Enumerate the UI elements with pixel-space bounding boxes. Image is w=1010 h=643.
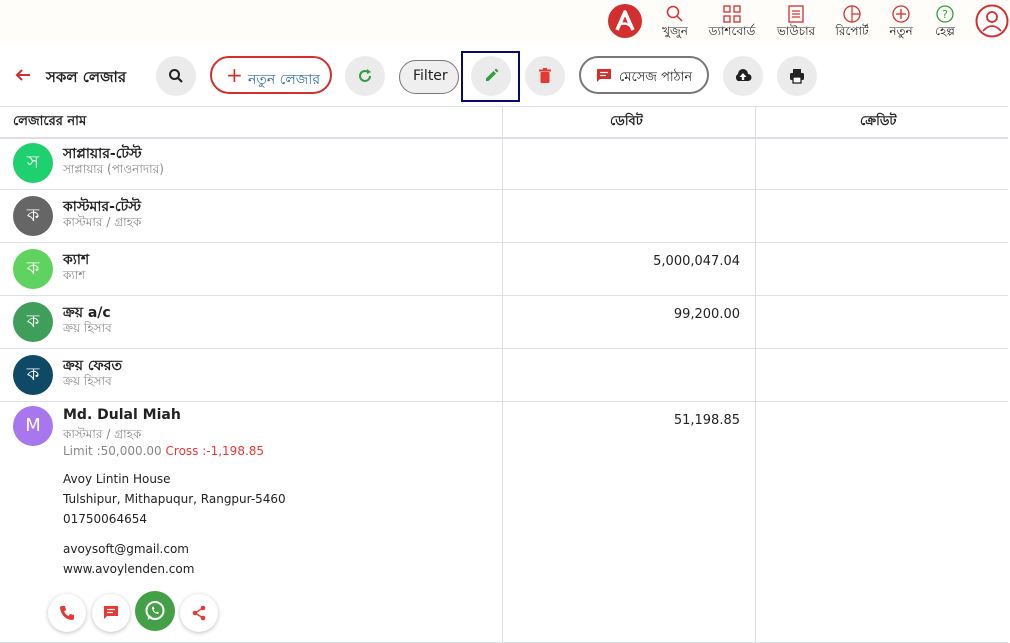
credit-limit: Limit :50,000.00 Cross :-1,198.85 [63, 444, 264, 458]
voucher-icon [788, 5, 804, 23]
svg-text:?: ? [942, 8, 948, 21]
column-header-ledger-name[interactable]: লেজারের নাম [13, 112, 86, 133]
whatsapp-icon [145, 601, 165, 620]
sms-icon [104, 606, 118, 619]
address-line-1: Avoy Lintin House [63, 472, 171, 486]
nav-voucher-label: ভাউচার [776, 24, 816, 38]
new-ledger-label: নতুন লেজার [248, 72, 321, 88]
nav-new-label: নতুন [889, 24, 913, 38]
ledger-group: সাপ্লায়ার (পাওনাদার) [63, 162, 164, 176]
logo-icon [615, 10, 635, 31]
app-logo[interactable] [608, 4, 642, 38]
nav-search-label: খুজুন [662, 24, 688, 38]
sms-button[interactable] [92, 594, 130, 632]
nav-search[interactable]: খুজুন [660, 4, 690, 42]
back-arrow-icon[interactable] [14, 66, 32, 84]
send-message-button[interactable]: মেসেজ পাঠান [579, 56, 709, 94]
avatar: স [13, 143, 53, 183]
table-row[interactable] [0, 349, 1008, 402]
cloud-upload-icon [735, 69, 752, 81]
column-header-debit[interactable]: ডেবিট [610, 112, 643, 133]
filter-button[interactable]: Filter [399, 60, 459, 94]
avatar: ক [13, 249, 53, 289]
phone-icon [60, 606, 74, 620]
profile-avatar[interactable] [975, 4, 1009, 38]
printer-icon [790, 69, 804, 84]
ledger-group: ক্রয় হিসাব [63, 374, 112, 388]
avatar: ক [13, 302, 53, 342]
help-icon: ? [936, 5, 954, 23]
limit-cross-value: Cross :-1,198.85 [165, 444, 265, 458]
table-row[interactable] [0, 296, 1008, 349]
search-icon [169, 69, 183, 83]
website[interactable]: www.avoylenden.com [63, 562, 194, 576]
ledger-group: ক্রয় হিসাব [63, 321, 112, 335]
avatar: ক [13, 196, 53, 236]
limit-value: Limit :50,000.00 [63, 444, 162, 458]
delete-button[interactable] [525, 56, 565, 96]
table-row[interactable] [0, 190, 1008, 243]
debit-value: 51,198.85 [673, 413, 740, 428]
pie-chart-icon [843, 5, 861, 23]
ledger-table-header [0, 106, 1008, 139]
nav-help[interactable]: ? হেল্প [930, 4, 960, 42]
nav-report[interactable]: রিপোর্ট [832, 4, 872, 42]
nav-help-label: হেল্প [935, 24, 955, 38]
print-button[interactable] [777, 56, 817, 96]
debit-value: 5,000,047.04 [653, 254, 740, 269]
dashboard-icon [723, 5, 741, 23]
new-ledger-button[interactable]: + নতুন লেজার [210, 56, 332, 94]
edit-button-highlight [461, 51, 520, 102]
ledger-group: কাস্টমার / গ্রাহক [63, 427, 142, 441]
nav-report-label: রিপোর্ট [835, 24, 869, 38]
upload-button[interactable] [723, 56, 763, 96]
ledger-group: কাস্টমার / গ্রাহক [63, 215, 142, 229]
table-row[interactable] [0, 243, 1008, 296]
nav-new[interactable]: নতুন [885, 4, 917, 42]
ledger-group: ক্যাশ [63, 268, 86, 282]
avatar: ক [13, 355, 53, 395]
phone-number: 01750064654 [63, 512, 147, 526]
refresh-button[interactable] [345, 56, 385, 96]
plus-icon: + [226, 63, 243, 87]
avatar: M [13, 406, 53, 446]
nav-voucher[interactable]: ভাউচার [774, 4, 818, 42]
user-profile-icon [975, 4, 1009, 38]
trash-icon [539, 68, 551, 83]
address-line-2: Tulshipur, Mithapuqur, Rangpur-5460 [63, 492, 286, 506]
page-title: সকল লেজার [46, 68, 127, 86]
refresh-icon [359, 69, 371, 82]
search-icon [666, 5, 683, 22]
message-icon [597, 69, 611, 82]
nav-dashboard-label: ড্যাশবোর্ড [708, 24, 756, 38]
whatsapp-button[interactable] [135, 591, 175, 631]
share-icon [192, 605, 206, 621]
filter-label: Filter [413, 68, 448, 84]
call-button[interactable] [48, 594, 86, 632]
add-circle-icon [892, 5, 910, 23]
column-header-credit[interactable]: ক্রেডিট [860, 112, 897, 133]
nav-dashboard[interactable]: ড্যাশবোর্ড [703, 4, 761, 42]
ledger-name[interactable]: Md. Dulal Miah [63, 407, 181, 423]
search-button[interactable] [156, 56, 196, 96]
debit-value: 99,200.00 [673, 307, 740, 322]
send-message-label: মেসেজ পাঠান [619, 70, 693, 85]
email-address[interactable]: avoysoft@gmail.com [63, 542, 189, 556]
share-button[interactable] [180, 594, 218, 632]
